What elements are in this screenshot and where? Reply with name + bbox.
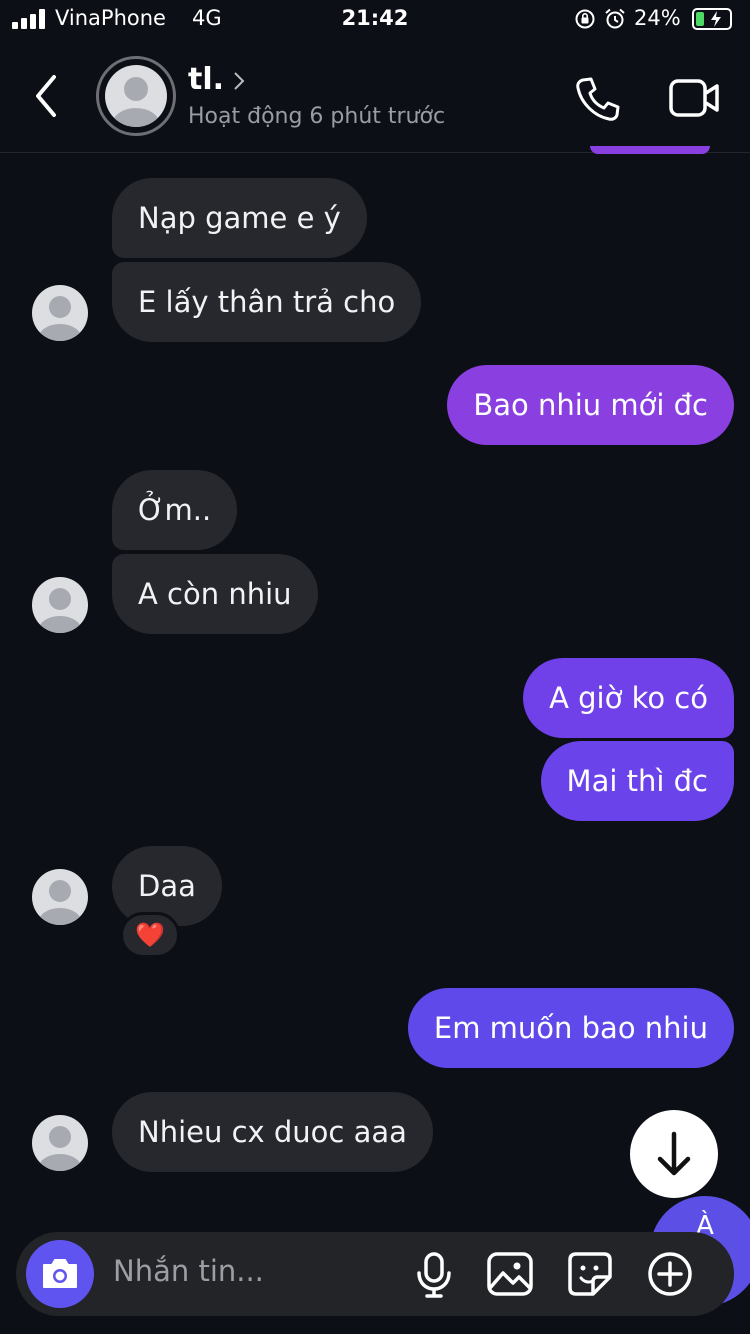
arrow-down-icon bbox=[657, 1131, 691, 1176]
message-incoming[interactable]: E lấy thân trả cho bbox=[112, 262, 422, 342]
status-bar: VinaPhone 4G 21:42 24% bbox=[0, 0, 750, 40]
plus-icon[interactable] bbox=[646, 1250, 694, 1298]
person-silhouette-icon bbox=[38, 296, 82, 341]
person-silhouette-icon bbox=[38, 1126, 82, 1171]
alarm-icon bbox=[605, 8, 625, 29]
camera-button[interactable] bbox=[26, 1240, 94, 1308]
battery-icon bbox=[692, 8, 732, 30]
message-incoming[interactable]: Ởm.. bbox=[112, 470, 238, 550]
contact-avatar-small[interactable] bbox=[32, 577, 88, 633]
contact-avatar-small[interactable] bbox=[32, 869, 88, 925]
contact-name[interactable]: tl. bbox=[188, 62, 224, 97]
contact-avatar[interactable] bbox=[96, 56, 176, 136]
heart-reaction[interactable]: ❤️ bbox=[120, 912, 180, 958]
previous-message-edge bbox=[590, 146, 710, 154]
back-chevron-icon[interactable] bbox=[28, 73, 64, 119]
orientation-lock-icon bbox=[575, 9, 595, 29]
profile-chevron-icon[interactable] bbox=[231, 69, 247, 93]
person-silhouette-icon bbox=[38, 588, 82, 633]
person-silhouette-icon bbox=[38, 880, 82, 925]
camera-icon bbox=[43, 1259, 77, 1288]
message-incoming[interactable]: Nạp game e ý bbox=[112, 178, 367, 258]
message-outgoing[interactable]: Mai thì đc bbox=[540, 741, 734, 821]
sticker-icon[interactable] bbox=[566, 1250, 614, 1298]
message-outgoing[interactable]: Em muốn bao nhiu bbox=[407, 988, 734, 1068]
message-incoming[interactable]: Nhieu cx duoc aaa bbox=[112, 1092, 433, 1172]
message-outgoing[interactable]: A giờ ko có bbox=[523, 658, 734, 738]
contact-avatar-small[interactable] bbox=[32, 285, 88, 341]
activity-status: Hoạt động 6 phút trước bbox=[188, 104, 446, 129]
microphone-icon[interactable] bbox=[410, 1250, 458, 1298]
chat-screen: VinaPhone 4G 21:42 24% tl. Hoạt động 6 p… bbox=[0, 0, 750, 1334]
gallery-icon[interactable] bbox=[486, 1250, 534, 1298]
person-silhouette-icon bbox=[112, 77, 160, 127]
scroll-to-bottom-button[interactable] bbox=[630, 1110, 718, 1198]
chat-header: tl. Hoạt động 6 phút trước bbox=[0, 40, 750, 153]
phone-icon[interactable] bbox=[574, 75, 622, 123]
message-composer: Nhắn tin... bbox=[16, 1232, 734, 1316]
message-input[interactable]: Nhắn tin... bbox=[113, 1254, 264, 1288]
message-incoming[interactable]: A còn nhiu bbox=[112, 554, 318, 634]
battery-percent: 24% bbox=[634, 6, 681, 30]
message-outgoing[interactable]: Bao nhiu mới đc bbox=[447, 365, 734, 445]
video-call-icon[interactable] bbox=[668, 76, 720, 120]
contact-avatar-small[interactable] bbox=[32, 1115, 88, 1171]
